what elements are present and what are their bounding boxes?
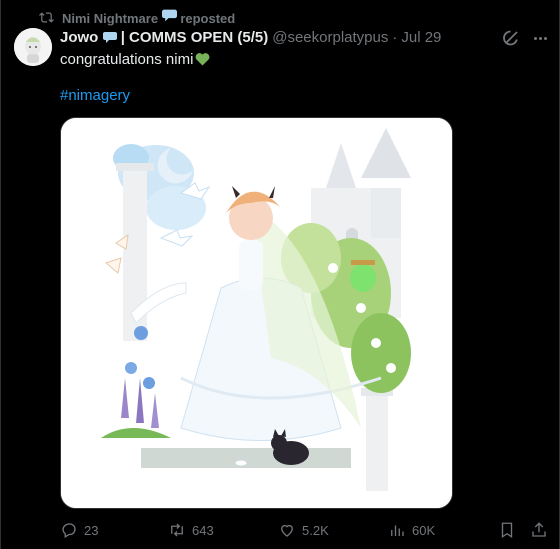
speech-bubble-icon <box>102 32 117 43</box>
speech-bubble-icon <box>161 9 177 22</box>
wedding-illustration <box>61 118 452 508</box>
repost-icon <box>39 11 54 23</box>
more-icon-dot <box>543 36 547 40</box>
bookmark-icon <box>501 522 513 539</box>
avatar[interactable] <box>14 28 52 66</box>
share-icon <box>532 522 546 537</box>
reply-count: 23 <box>84 522 99 538</box>
hashtag-link[interactable]: #nimagery <box>60 87 130 104</box>
more-button[interactable] <box>529 28 551 48</box>
heart-icon <box>281 524 293 537</box>
more-icon-dot <box>533 36 537 40</box>
separator: · <box>392 29 398 46</box>
reply-icon <box>62 523 76 538</box>
retweet-icon <box>171 523 183 537</box>
tweet-card[interactable]: Nimi Nightmare reposted Jowo | COMMS OPE… <box>0 0 560 549</box>
grok-icon <box>503 30 518 46</box>
green-heart-icon <box>195 53 210 66</box>
repost-indicator: Nimi Nightmare reposted <box>39 8 235 26</box>
reposter-name[interactable]: Nimi Nightmare <box>62 11 158 26</box>
tweet-date[interactable]: Jul 29 <box>401 29 441 46</box>
bookmark-button[interactable] <box>498 518 516 542</box>
repost-label: reposted <box>180 11 236 26</box>
like-count: 5.2K <box>302 522 329 538</box>
views-button[interactable]: 60K <box>388 518 435 542</box>
like-button[interactable]: 5.2K <box>278 518 329 542</box>
tweet-image[interactable] <box>60 117 453 509</box>
views-icon <box>391 525 404 536</box>
grok-button[interactable] <box>501 28 521 48</box>
reply-button[interactable]: 23 <box>60 518 98 542</box>
author-display-name: Jowo <box>60 29 99 46</box>
share-button[interactable] <box>530 518 548 542</box>
author-handle[interactable]: @seekorplatypus <box>272 29 388 46</box>
retweet-count: 643 <box>192 522 214 538</box>
action-bar: 23 643 5.2K 60K <box>60 518 550 542</box>
author-name[interactable]: Jowo | COMMS OPEN (5/5) <box>60 29 268 46</box>
tweet-header: Jowo | COMMS OPEN (5/5) @seekorplatypus … <box>60 29 441 46</box>
views-count: 60K <box>412 522 436 538</box>
more-icon-dot <box>538 36 542 40</box>
tweet-text: congratulations nimi <box>60 50 210 70</box>
author-name-suffix: | COMMS OPEN (5/5) <box>120 29 269 46</box>
avatar-image <box>14 28 52 66</box>
retweet-button[interactable]: 643 <box>168 518 214 542</box>
tweet-text-content: congratulations nimi <box>60 51 194 68</box>
